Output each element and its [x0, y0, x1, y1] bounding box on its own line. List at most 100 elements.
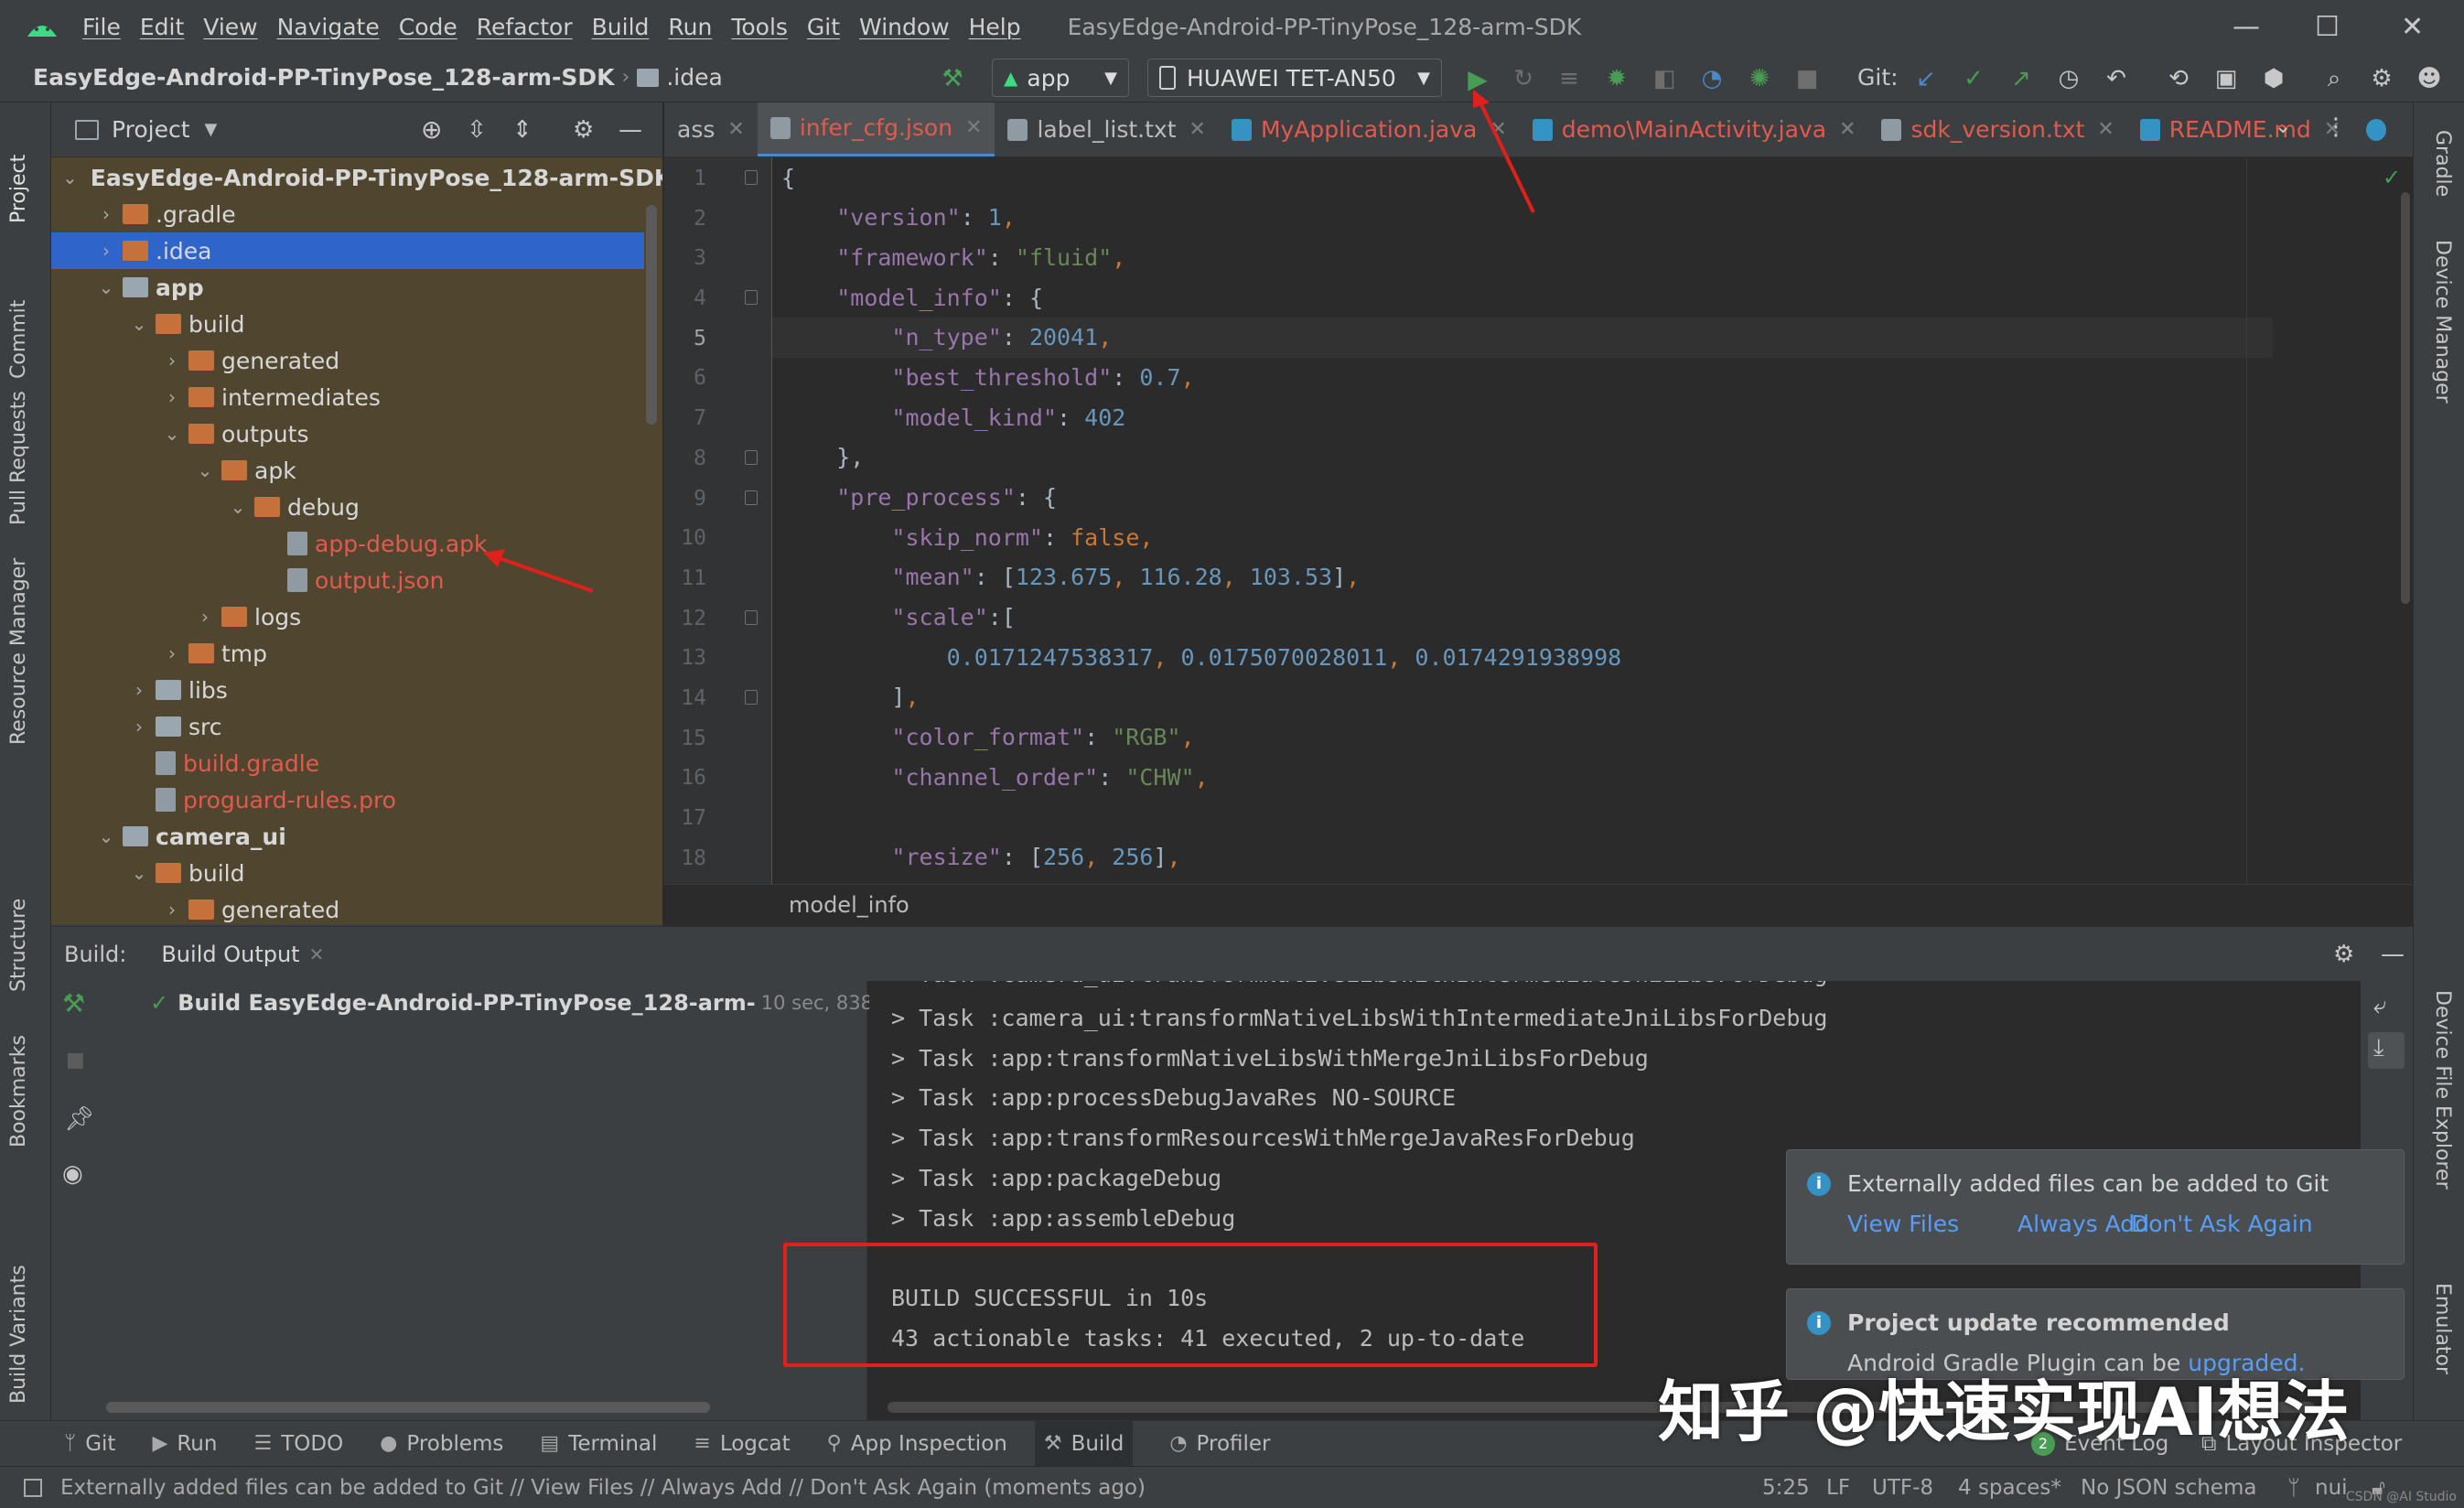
- code-line[interactable]: "model_info": {: [781, 277, 1043, 318]
- panel-settings-gear-icon[interactable]: ⚙: [573, 116, 594, 144]
- breadcrumb-project[interactable]: EasyEdge-Android-PP-TinyPose_128-arm-SDK: [33, 64, 615, 91]
- tree-item[interactable]: build.gradle: [51, 745, 644, 781]
- hammer-build-icon[interactable]: ⚒: [939, 65, 966, 92]
- history-icon[interactable]: ◷: [2055, 65, 2082, 92]
- expand-all-icon[interactable]: ⇳: [467, 116, 487, 144]
- git-update-icon[interactable]: ↙: [1912, 65, 1940, 92]
- caret-position[interactable]: 5:25: [1762, 1476, 1810, 1500]
- close-tab-icon[interactable]: ✕: [727, 118, 744, 141]
- code-line[interactable]: "framework": "fluid",: [781, 237, 1125, 277]
- editor-tab[interactable]: MyApplication.java ✕: [1219, 102, 1520, 156]
- build-tree-hscrollbar[interactable]: [106, 1402, 710, 1413]
- tree-item[interactable]: ⌄ apk: [51, 452, 644, 489]
- fold-marker-icon[interactable]: [745, 170, 758, 185]
- chevron-down-icon[interactable]: ⌄: [128, 862, 150, 884]
- scroll-to-end-icon[interactable]: ⤓: [2373, 1034, 2384, 1062]
- device-manager-icon[interactable]: ▣: [2212, 65, 2240, 92]
- code-editor[interactable]: 1 2 3 4 5 6 7 8 9 10 11 12 13 14 15 16 17 18 { "version":…: [664, 157, 2413, 884]
- chevron-down-icon[interactable]: ⌄: [95, 825, 117, 847]
- device-dropdown[interactable]: HUAWEI TET-AN50 ▼: [1147, 59, 1442, 97]
- breadcrumb-idea[interactable]: .idea: [666, 64, 722, 91]
- close-tab-icon[interactable]: ✕: [1189, 118, 1206, 141]
- tree-item[interactable]: › .gradle: [51, 196, 644, 232]
- tree-item[interactable]: ⌄ outputs: [51, 415, 644, 452]
- editor-tab[interactable]: label_list.txt ✕: [995, 102, 1218, 156]
- rerun-icon[interactable]: ↻: [1510, 65, 1537, 92]
- project-tree-scrollbar[interactable]: [646, 205, 657, 425]
- attach-debugger-icon[interactable]: ✺: [1746, 65, 1773, 92]
- menu-run[interactable]: Run: [668, 14, 712, 40]
- close-tab-icon[interactable]: ✕: [309, 943, 325, 965]
- debug-icon[interactable]: ✹: [1603, 65, 1630, 92]
- stop-icon[interactable]: ■: [1793, 65, 1821, 92]
- hide-panel-icon[interactable]: —: [619, 116, 642, 144]
- coverage-icon[interactable]: ◧: [1651, 65, 1678, 92]
- code-line[interactable]: "resize": [256, 256],: [781, 837, 1180, 878]
- menu-help[interactable]: Help: [969, 14, 1021, 40]
- settings-gear-icon[interactable]: ⚙: [2368, 65, 2395, 92]
- code-line[interactable]: "model_kind": 402: [781, 397, 1125, 437]
- locate-file-icon[interactable]: ⊕: [421, 114, 442, 145]
- always-add-link[interactable]: Always Add: [2017, 1211, 2149, 1237]
- tree-item[interactable]: output.json: [51, 562, 644, 598]
- search-icon[interactable]: ⌕: [2320, 65, 2348, 92]
- tree-item[interactable]: ⌄ build: [51, 306, 644, 342]
- chevron-down-icon[interactable]: ⌄: [194, 459, 216, 481]
- stripe-structure[interactable]: Structure: [7, 899, 30, 992]
- chevron-right-icon[interactable]: ›: [161, 386, 183, 408]
- build-tree-item[interactable]: ✓ Build EasyEdge-Android-PP-TinyPose_128…: [150, 990, 908, 1016]
- close-tab-icon[interactable]: ✕: [1839, 118, 1856, 141]
- stripe-pull-requests[interactable]: Pull Requests: [7, 391, 30, 525]
- stripe-emulator[interactable]: Emulator: [2431, 1283, 2454, 1374]
- stripe-device-file-explorer[interactable]: Device File Explorer: [2431, 990, 2454, 1190]
- maximize-button[interactable]: ☐: [2315, 11, 2340, 43]
- menu-build[interactable]: Build: [592, 14, 650, 40]
- stripe-device-manager[interactable]: Device Manager: [2431, 240, 2454, 404]
- build-output-tab[interactable]: Build Output: [161, 942, 299, 967]
- chevron-right-icon[interactable]: ›: [161, 642, 183, 664]
- code-line[interactable]: "version": 1,: [781, 198, 1016, 238]
- code-line[interactable]: "channel_order": "CHW",: [781, 757, 1208, 797]
- menu-file[interactable]: File: [82, 14, 121, 40]
- hide-build-icon[interactable]: —: [2381, 941, 2405, 968]
- editor-scrollbar[interactable]: [2401, 192, 2410, 604]
- chevron-right-icon[interactable]: ›: [194, 606, 216, 628]
- tree-item[interactable]: › logs: [51, 598, 644, 635]
- tree-item[interactable]: › tmp: [51, 635, 644, 672]
- fold-marker-icon[interactable]: [745, 449, 758, 465]
- tool-tab-problems[interactable]: ● Problems: [380, 1421, 503, 1467]
- tool-tab-profiler[interactable]: ◔ Profiler: [1169, 1421, 1270, 1467]
- soft-wrap-icon[interactable]: ⤶: [2373, 992, 2387, 1020]
- code-line[interactable]: "skip_norm": false,: [781, 517, 1153, 557]
- sdk-manager-icon[interactable]: ⬢: [2260, 65, 2287, 92]
- file-encoding[interactable]: UTF-8: [1872, 1476, 1933, 1500]
- tool-tab-git[interactable]: ᛘ Git: [64, 1421, 115, 1467]
- rollback-icon[interactable]: ↶: [2103, 65, 2130, 92]
- menu-code[interactable]: Code: [399, 14, 457, 40]
- dont-ask-again-link[interactable]: Don't Ask Again: [2131, 1211, 2313, 1237]
- rebuild-hammer-icon[interactable]: ⚒: [62, 988, 85, 1018]
- sync-gradle-icon[interactable]: ⟲: [2165, 65, 2192, 92]
- menu-window[interactable]: Window: [859, 14, 950, 40]
- menu-refactor[interactable]: Refactor: [477, 14, 573, 40]
- code-line[interactable]: {: [781, 157, 795, 198]
- code-line[interactable]: "best_threshold": 0.7,: [781, 357, 1194, 397]
- tree-item[interactable]: ⌄ app: [51, 269, 644, 306]
- close-tab-icon[interactable]: ✕: [1490, 118, 1506, 141]
- tree-item[interactable]: proguard-rules.pro: [51, 781, 644, 818]
- editor-tab[interactable]: ass ✕: [664, 102, 758, 156]
- profile-icon[interactable]: ◔: [1698, 65, 1726, 92]
- stripe-resource-manager[interactable]: Resource Manager: [7, 558, 30, 745]
- tree-item[interactable]: › .idea: [51, 232, 644, 269]
- menu-navigate[interactable]: Navigate: [277, 14, 380, 40]
- json-schema[interactable]: No JSON schema: [2081, 1476, 2256, 1500]
- editor-tab[interactable]: demo\MainActivity.java ✕: [1520, 102, 1869, 156]
- code-line[interactable]: },: [781, 437, 864, 478]
- tree-item[interactable]: › src: [51, 708, 644, 745]
- line-separator[interactable]: LF: [1826, 1476, 1850, 1500]
- run-icon[interactable]: ▶: [1464, 64, 1491, 94]
- stripe-bookmarks[interactable]: Bookmarks: [7, 1035, 30, 1147]
- tool-tab-terminal[interactable]: ▤ Terminal: [540, 1421, 657, 1467]
- git-commit-icon[interactable]: ✓: [1960, 65, 1987, 92]
- no-problems-check-icon[interactable]: ✓: [2383, 165, 2401, 190]
